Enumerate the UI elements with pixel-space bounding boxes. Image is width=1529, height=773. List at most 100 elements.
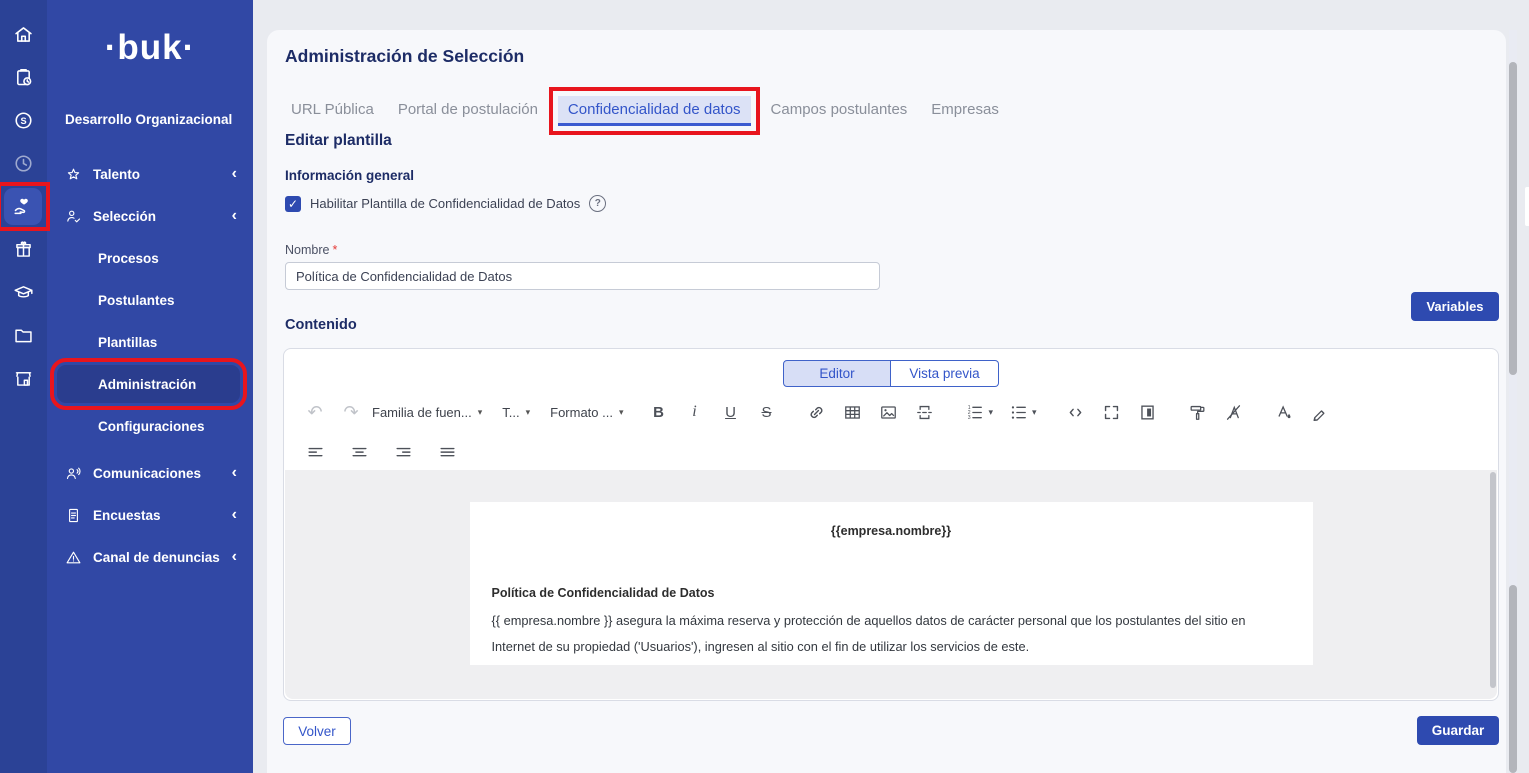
- sidebar-item-comunicaciones[interactable]: Comunicaciones ‹: [47, 452, 253, 494]
- font-size-label: T...: [502, 405, 519, 420]
- sidebar-item-label: Comunicaciones: [93, 466, 201, 481]
- underline-icon[interactable]: U: [720, 399, 742, 425]
- document-page[interactable]: {{empresa.nombre}} Política de Confidenc…: [470, 502, 1313, 665]
- tab-portal-de-postulacion[interactable]: Portal de postulación: [394, 96, 542, 126]
- rail-remunerations-icon[interactable]: S: [0, 99, 47, 142]
- tab-confidencialidad-de-datos[interactable]: Confidencialidad de datos: [558, 96, 751, 126]
- format-dropdown[interactable]: Formato ... ▾: [550, 405, 623, 420]
- chevron-left-icon[interactable]: ‹: [232, 208, 237, 224]
- rail-active-indicator-bar: [1525, 187, 1529, 226]
- enable-template-checkbox[interactable]: ✓: [285, 196, 301, 212]
- tab-campos-postulantes[interactable]: Campos postulantes: [767, 96, 912, 126]
- editor-toolbar: ↶ ↷ Familia de fuen...▾ T...▾ Formato ..…: [304, 397, 1468, 427]
- align-justify-icon[interactable]: [436, 439, 458, 465]
- font-color-icon[interactable]: [1273, 399, 1295, 425]
- enable-template-label: Habilitar Plantilla de Confidencialidad …: [310, 196, 580, 211]
- buk-logo: ·buk·: [47, 28, 253, 68]
- toggle-vista-previa-button[interactable]: Vista previa: [891, 360, 999, 387]
- rail-time-icon[interactable]: [0, 142, 47, 185]
- paint-roller-icon[interactable]: [1187, 399, 1209, 425]
- caret-down-icon[interactable]: ▾: [1032, 407, 1037, 418]
- name-input[interactable]: [285, 262, 880, 290]
- sidebar-item-talento[interactable]: Talento ‹: [47, 153, 253, 195]
- sidebar-item-label: Canal de denuncias: [93, 550, 220, 565]
- rail-benefits-icon[interactable]: [0, 228, 47, 271]
- italic-icon[interactable]: i: [684, 399, 706, 425]
- insert-image-icon[interactable]: [878, 399, 900, 425]
- chevron-left-icon[interactable]: ‹: [232, 166, 237, 182]
- rail-home-icon[interactable]: [0, 13, 47, 56]
- font-family-dropdown[interactable]: Familia de fuen...▾: [372, 405, 482, 420]
- chevron-left-icon[interactable]: ‹: [232, 549, 237, 565]
- subsection-title: Información general: [285, 168, 414, 183]
- name-label-text: Nombre: [285, 243, 329, 257]
- file-text-icon: [65, 507, 82, 524]
- caret-down-icon[interactable]: ▾: [989, 407, 994, 418]
- font-size-dropdown[interactable]: T...▾: [502, 405, 530, 420]
- unordered-list-icon[interactable]: [1007, 399, 1029, 425]
- sidebar-nav: Talento ‹ Selección ‹ Procesos Postulant…: [47, 153, 253, 578]
- page-break-icon[interactable]: [914, 399, 936, 425]
- sidebar-subitem-postulantes[interactable]: Postulantes: [47, 279, 253, 321]
- required-asterisk: *: [332, 243, 337, 257]
- variables-button[interactable]: Variables: [1411, 292, 1499, 321]
- editor-mode-toggle: Editor Vista previa: [783, 360, 999, 387]
- sidebar-subitem-procesos[interactable]: Procesos: [47, 237, 253, 279]
- window-scrollbar-thumb-lower[interactable]: [1509, 585, 1517, 773]
- insert-link-icon[interactable]: [806, 399, 828, 425]
- home-icon: [13, 24, 34, 45]
- format-label: Formato ...: [550, 405, 613, 420]
- sidebar-item-encuestas[interactable]: Encuestas ‹: [47, 494, 253, 536]
- ordered-list-icon[interactable]: 123: [964, 399, 986, 425]
- document-clipped-line: {{ empresa.nombre }} garantiza que la in…: [492, 660, 1291, 665]
- align-center-icon[interactable]: [348, 439, 370, 465]
- rail-documents-icon[interactable]: [0, 314, 47, 357]
- toggle-editor-button[interactable]: Editor: [783, 360, 891, 387]
- editor-toolbar-row-2: [304, 437, 458, 467]
- preview-block-icon[interactable]: [1137, 399, 1159, 425]
- undo-icon[interactable]: ↶: [304, 399, 326, 425]
- redo-icon[interactable]: ↷: [340, 399, 362, 425]
- svg-text:S: S: [20, 116, 26, 126]
- document-paragraph: {{ empresa.nombre }} asegura la máxima r…: [492, 608, 1291, 660]
- strikethrough-icon[interactable]: S: [756, 399, 778, 425]
- back-button[interactable]: Volver: [283, 717, 351, 745]
- sidebar-subitem-administracion[interactable]: Administración: [57, 365, 240, 403]
- help-icon[interactable]: ?: [589, 195, 606, 212]
- highlight-color-icon[interactable]: [1309, 399, 1331, 425]
- save-button[interactable]: Guardar: [1417, 716, 1499, 745]
- chevron-left-icon[interactable]: ‹: [232, 507, 237, 523]
- dollar-circle-icon: S: [13, 110, 34, 131]
- clear-formatting-icon[interactable]: [1223, 399, 1245, 425]
- window-scrollbar-thumb[interactable]: [1509, 62, 1517, 375]
- gift-icon: [13, 239, 34, 260]
- bold-icon[interactable]: B: [648, 399, 670, 425]
- enable-template-row: ✓ Habilitar Plantilla de Confidencialida…: [285, 195, 606, 212]
- folder-icon: [13, 325, 34, 346]
- align-left-icon[interactable]: [304, 439, 326, 465]
- editor-scrollbar-thumb[interactable]: [1490, 472, 1496, 688]
- sidebar-item-label: Encuestas: [93, 508, 161, 523]
- svg-text:3: 3: [968, 415, 971, 421]
- chevron-left-icon[interactable]: ‹: [232, 465, 237, 481]
- sidebar: ·buk· Desarrollo Organizacional Talento …: [47, 0, 253, 773]
- align-right-icon[interactable]: [392, 439, 414, 465]
- sidebar-subitem-configuraciones[interactable]: Configuraciones: [47, 405, 253, 447]
- rail-talent-selection-icon[interactable]: [0, 185, 47, 228]
- caret-down-icon: ▾: [619, 407, 624, 418]
- clock-icon: [13, 153, 34, 174]
- sidebar-item-seleccion[interactable]: Selección ‹: [47, 195, 253, 237]
- sidebar-item-canal-de-denuncias[interactable]: Canal de denuncias ‹: [47, 536, 253, 578]
- tab-empresas[interactable]: Empresas: [927, 96, 1003, 126]
- insert-table-icon[interactable]: [842, 399, 864, 425]
- sidebar-subitem-plantillas[interactable]: Plantillas: [47, 321, 253, 363]
- editor-canvas[interactable]: {{empresa.nombre}} Política de Confidenc…: [285, 470, 1497, 699]
- code-view-icon[interactable]: [1065, 399, 1087, 425]
- rail-training-icon[interactable]: [0, 271, 47, 314]
- rail-attendance-icon[interactable]: [0, 56, 47, 99]
- hand-heart-icon: [13, 196, 34, 217]
- font-family-label: Familia de fuen...: [372, 405, 472, 420]
- fullscreen-icon[interactable]: [1101, 399, 1123, 425]
- rail-companies-icon[interactable]: [0, 357, 47, 400]
- tab-url-publica[interactable]: URL Pública: [287, 96, 378, 126]
